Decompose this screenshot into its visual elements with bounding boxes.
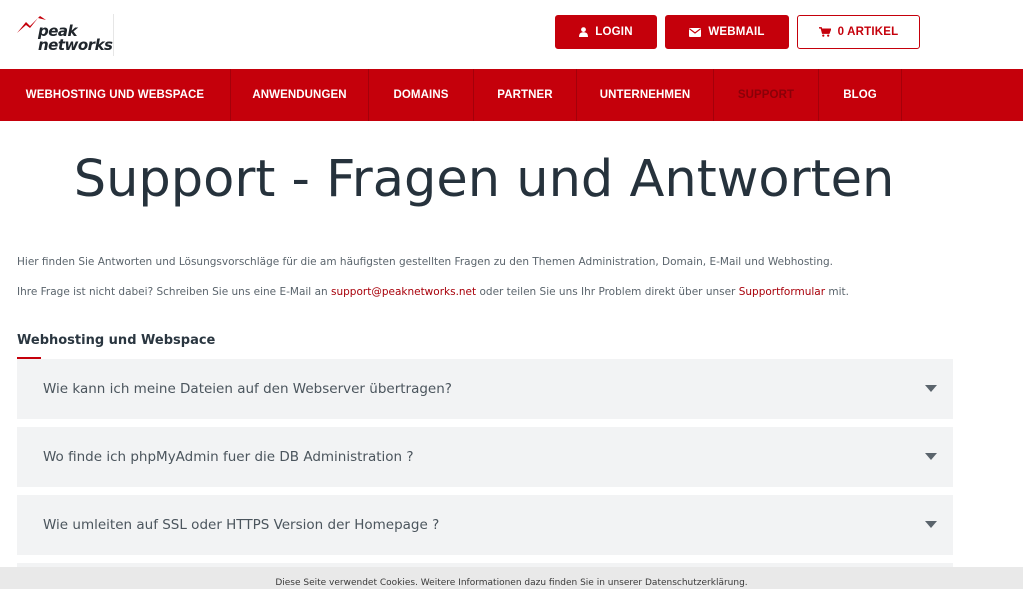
faq-item[interactable]: Wie umleiten auf SSL oder HTTPS Version … — [17, 495, 953, 555]
shopping-cart-icon — [818, 27, 831, 37]
logo-divider — [113, 14, 114, 56]
contact-text-middle: oder teilen Sie uns Ihr Problem direkt ü… — [476, 286, 739, 298]
contact-text-after: mit. — [825, 286, 849, 298]
logo-line-2: networks — [38, 36, 113, 54]
page-title: Support - Fragen und Antworten — [73, 150, 895, 209]
nav-item-partner[interactable]: PARTNER — [474, 69, 577, 121]
envelope-icon — [689, 27, 702, 37]
cookie-banner-text: Diese Seite verwendet Cookies. Weitere I… — [275, 578, 748, 588]
cart-label: 0 ARTIKEL — [837, 26, 899, 38]
logo-wordmark: peak networks — [38, 24, 113, 54]
support-form-link[interactable]: Supportformular — [739, 286, 825, 298]
nav-item-webhosting[interactable]: WEBHOSTING UND WEBSPACE — [0, 69, 231, 121]
faq-question: Wie kann ich meine Dateien auf den Webse… — [43, 381, 452, 397]
faq-question: Wie umleiten auf SSL oder HTTPS Version … — [43, 517, 440, 533]
faq-question: Wo finde ich phpMyAdmin fuer die DB Admi… — [43, 449, 414, 465]
chevron-down-icon — [925, 385, 937, 392]
webmail-label: WEBMAIL — [708, 26, 765, 38]
top-header: peak networks LOGIN WEBMAIL 0 ARTIKEL — [0, 0, 1023, 69]
nav-item-blog[interactable]: BLOG — [819, 69, 902, 121]
support-email-link[interactable]: support@peaknetworks.net — [331, 286, 476, 298]
faq-item[interactable]: Wie kann ich meine Dateien auf den Webse… — [17, 359, 953, 419]
webmail-button[interactable]: WEBMAIL — [665, 15, 789, 49]
login-label: LOGIN — [595, 26, 633, 38]
nav-item-unternehmen[interactable]: UNTERNEHMEN — [577, 69, 714, 121]
chevron-down-icon — [925, 453, 937, 460]
cart-button[interactable]: 0 ARTIKEL — [797, 15, 920, 49]
login-button[interactable]: LOGIN — [555, 15, 657, 49]
main-navigation: WEBHOSTING UND WEBSPACE ANWENDUNGEN DOMA… — [0, 69, 1023, 121]
nav-item-anwendungen[interactable]: ANWENDUNGEN — [231, 69, 369, 121]
faq-item[interactable]: Wo finde ich phpMyAdmin fuer die DB Admi… — [17, 427, 953, 487]
intro-paragraph: Hier finden Sie Antworten und Lösungsvor… — [17, 256, 833, 268]
contact-paragraph: Ihre Frage ist nicht dabei? Schreiben Si… — [17, 286, 849, 298]
user-icon — [579, 27, 589, 37]
cookie-banner[interactable]: Diese Seite verwendet Cookies. Weitere I… — [0, 567, 1023, 589]
nav-item-support[interactable]: SUPPORT — [714, 69, 819, 121]
nav-item-domains[interactable]: DOMAINS — [369, 69, 474, 121]
contact-text-before: Ihre Frage ist nicht dabei? Schreiben Si… — [17, 286, 331, 298]
section-heading: Webhosting und Webspace — [17, 333, 216, 348]
peak-networks-logo[interactable]: peak networks — [16, 14, 116, 58]
chevron-down-icon — [925, 521, 937, 528]
